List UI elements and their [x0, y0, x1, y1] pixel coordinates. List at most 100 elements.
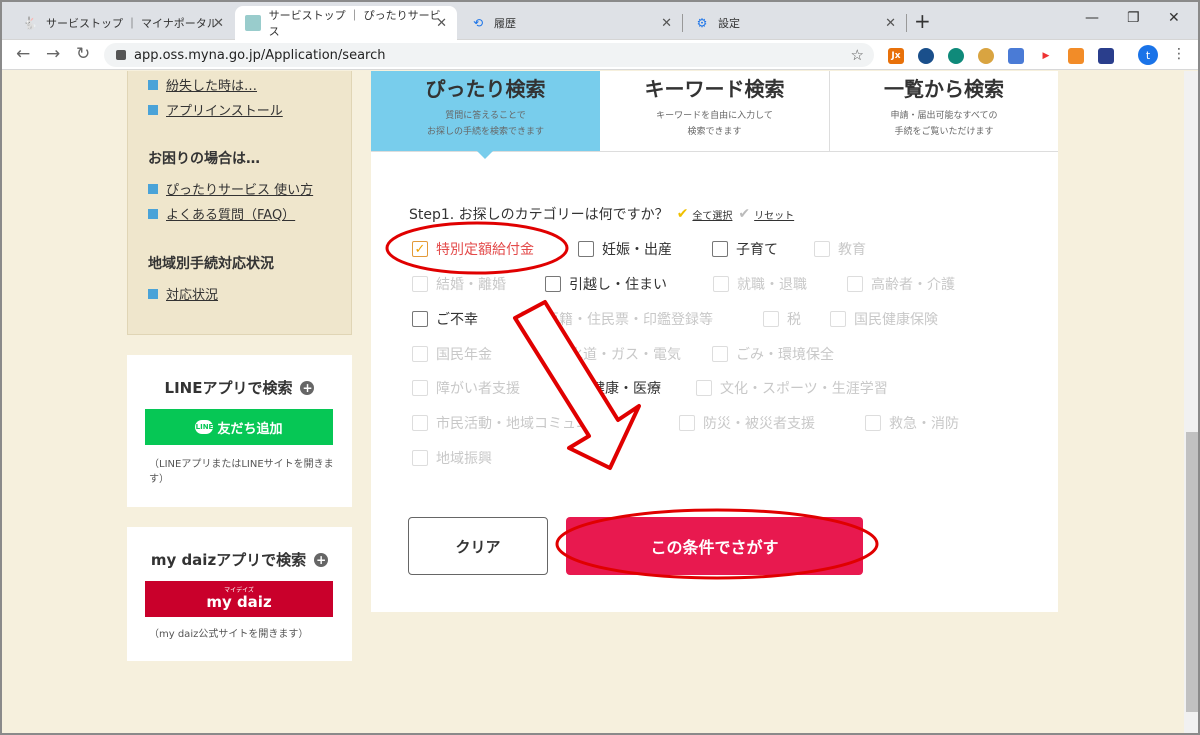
bullet-icon [148, 288, 158, 299]
category-pregnancy[interactable]: 妊娠・出産 [578, 239, 672, 259]
extension-teal-icon[interactable] [948, 48, 964, 64]
link-app-install[interactable]: アプリインストール [148, 100, 283, 119]
tab-desc-line: 検索できます [687, 127, 742, 137]
search-submit-button[interactable]: この条件でさがす [566, 517, 863, 575]
category-label: ご不幸 [436, 312, 478, 328]
category-label: 教育 [838, 242, 866, 258]
link-lost-card[interactable]: 紛失した時は… [148, 75, 257, 94]
scrollbar-thumb[interactable] [1186, 432, 1198, 712]
category-community: 市民活動・地域コミュニティ [412, 413, 617, 433]
checkbox-disabled [412, 450, 428, 466]
link-label: ぴったりサービス 使い方 [166, 183, 314, 198]
category-registry: 戸籍・住民票・印鑑登録等 [521, 309, 713, 329]
category-label: ごみ・環境保全 [736, 347, 834, 363]
category-disability: 障がい者支援 [412, 378, 520, 398]
tab-title: サービストップ ｜ マイナポータル [46, 17, 218, 30]
close-icon[interactable]: ✕ [885, 16, 896, 31]
checkbox[interactable] [567, 380, 583, 396]
url-text: app.oss.myna.go.jp/Application/search [134, 47, 386, 63]
window-close-button[interactable]: ✕ [1168, 10, 1180, 26]
link-how-to-use[interactable]: ぴったりサービス 使い方 [148, 179, 313, 198]
close-icon[interactable]: ✕ [661, 16, 672, 31]
category-tax: 税 [763, 309, 801, 329]
checkbox-disabled [865, 415, 881, 431]
checkbox[interactable] [712, 241, 728, 257]
extension-jx-icon[interactable]: Jx [888, 48, 904, 64]
checkbox-disabled [713, 276, 729, 292]
tab-keyword-search[interactable]: キーワード検索 キーワードを自由に入力して 検索できます [600, 71, 830, 151]
select-all-link[interactable]: 全て選択 [692, 207, 732, 222]
category-label: 健康・医療 [591, 381, 661, 397]
category-label: 妊娠・出産 [602, 242, 672, 258]
restore-button[interactable]: ❐ [1127, 10, 1140, 26]
checkbox-disabled [847, 276, 863, 292]
tab-desc-line: 質問に答えることで [445, 111, 526, 121]
link-label: アプリインストール [166, 104, 283, 119]
reset-link[interactable]: リセット [754, 207, 794, 222]
checkbox-checked[interactable]: ✓ [412, 241, 428, 257]
menu-kebab-icon[interactable]: ⋮ [1172, 46, 1186, 62]
category-label: 文化・スポーツ・生涯学習 [720, 381, 888, 397]
daiz-button[interactable]: マイデイズ my daiz [145, 581, 333, 617]
checkbox[interactable] [545, 276, 561, 292]
clear-button[interactable]: クリア [408, 517, 548, 575]
checkbox-disabled [763, 311, 779, 327]
category-childcare[interactable]: 子育て [712, 239, 778, 259]
browser-tab-mynaportal[interactable]: 🐇 サービストップ ｜ マイナポータル ✕ [12, 6, 234, 40]
line-card: LINEアプリで検索 + LINE 友だち追加 （LINEアプリまたはLINEサイ… [127, 355, 352, 507]
category-bereavement[interactable]: ご不幸 [412, 309, 478, 329]
daiz-card: my daizアプリで検索 + マイデイズ my daiz （my daiz公式サ… [127, 527, 352, 661]
close-icon[interactable]: ✕ [436, 16, 447, 31]
tab-desc-line: 申請・届出可能なすべての [890, 111, 998, 121]
tab-list-search[interactable]: 一覧から検索 申請・届出可能なすべての 手続をご覧いただけます [830, 71, 1058, 151]
search-panel: ぴったり検索 質問に答えることで お探しの手続を検索できます キーワード検索 キ… [371, 71, 1058, 612]
link-region-status[interactable]: 対応状況 [148, 284, 218, 303]
link-label: 紛失した時は… [166, 79, 258, 94]
cookie-icon[interactable] [978, 48, 994, 64]
browser-tab-settings[interactable]: ⚙ 設定 ✕ [684, 6, 906, 40]
extension-doc-icon[interactable] [1098, 48, 1114, 64]
category-moving[interactable]: 引越し・住まい [545, 274, 667, 294]
plus-icon[interactable]: + [314, 553, 329, 567]
browser-tab-history[interactable]: ⟲ 履歴 ✕ [460, 6, 682, 40]
help-heading: お困りの場合は… [148, 151, 260, 167]
checkbox[interactable] [412, 311, 428, 327]
translate-icon[interactable] [1008, 48, 1024, 64]
category-label: 市民活動・地域コミュニティ [436, 416, 618, 432]
category-health[interactable]: 健康・医療 [567, 378, 661, 398]
category-label: 子育て [736, 242, 778, 258]
profile-avatar[interactable]: t [1138, 45, 1158, 65]
back-arrow-icon[interactable]: ← [16, 44, 30, 64]
fox-icon[interactable] [1068, 48, 1084, 64]
bookmark-star-icon[interactable]: ☆ [851, 46, 864, 64]
play-arrow-icon[interactable]: ▶ [1038, 48, 1054, 64]
tab-title: 履歴 [494, 17, 516, 30]
tab-separator [906, 14, 907, 32]
category-special-benefit[interactable]: ✓ 特別定額給付金 [412, 239, 534, 259]
address-bar[interactable]: app.oss.myna.go.jp/Application/search ☆ [104, 43, 874, 67]
tab-desc: キーワードを自由に入力して 検索できます [600, 108, 829, 140]
checkbox[interactable] [578, 241, 594, 257]
tab-desc-line: お探しの手続を検索できます [426, 127, 544, 137]
reload-icon[interactable]: ↻ [76, 44, 90, 64]
tab-pittari-search[interactable]: ぴったり検索 質問に答えることで お探しの手続を検索できます [371, 71, 600, 151]
extension-blue-icon[interactable] [918, 48, 934, 64]
plus-icon[interactable]: + [300, 381, 315, 395]
category-label: 特別定額給付金 [436, 242, 534, 258]
line-add-friend-button[interactable]: LINE 友だち追加 [145, 409, 333, 445]
new-tab-button[interactable]: + [914, 9, 931, 33]
daiz-card-title-text: my daizアプリで検索 [150, 551, 307, 569]
tab-title: キーワード検索 [644, 77, 785, 101]
tab-title: 設定 [718, 17, 740, 30]
checkbox-disabled [412, 415, 428, 431]
category-culture: 文化・スポーツ・生涯学習 [696, 378, 888, 398]
category-emergency: 救急・消防 [865, 413, 959, 433]
close-icon[interactable]: ✕ [213, 16, 224, 31]
link-faq[interactable]: よくある質問（FAQ） [148, 204, 295, 223]
line-button-label: 友だち追加 [217, 421, 283, 437]
minimize-button[interactable]: — [1085, 10, 1099, 26]
category-label: 地域振興 [436, 451, 492, 467]
forward-arrow-icon[interactable]: → [46, 44, 60, 64]
browser-tab-pittari[interactable]: サービストップ ｜ ぴったりサービス ✕ [235, 6, 457, 40]
category-label: 就職・退職 [737, 277, 807, 293]
